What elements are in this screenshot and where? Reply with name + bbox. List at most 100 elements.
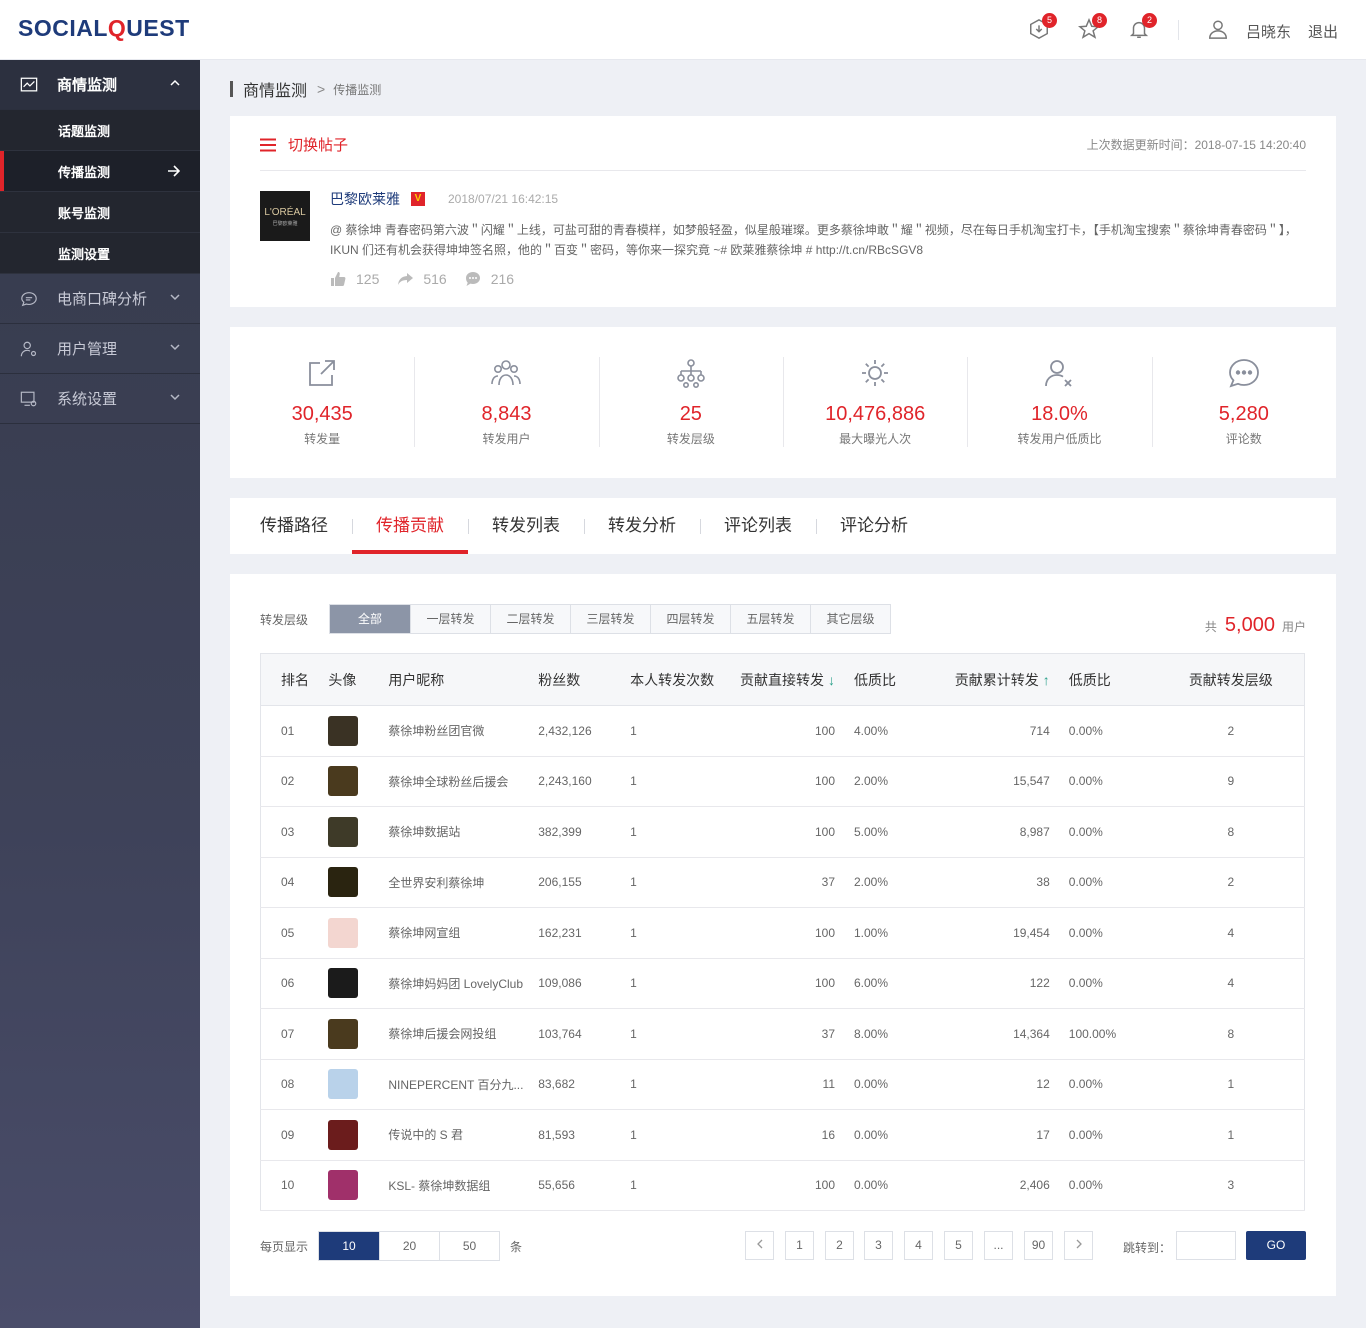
page-size-50[interactable]: 50: [439, 1232, 499, 1260]
sort-up-icon[interactable]: ↑: [1043, 672, 1050, 688]
cell-rank: 06: [260, 958, 329, 1009]
table-row[interactable]: 07 蔡徐坤后援会网投组 103,764 1 37 8.00% 14,364 100.00% 8: [260, 1008, 1305, 1060]
cell-nickname[interactable]: 蔡徐坤全球粉丝后援会: [388, 756, 539, 807]
next-page-button[interactable]: [1064, 1231, 1093, 1260]
likes-count: 125: [356, 271, 380, 287]
cell-fans: 2,243,160: [538, 756, 631, 807]
cell-levels: 1: [1157, 1059, 1305, 1110]
page-90[interactable]: 90: [1024, 1231, 1053, 1260]
tab-repost-list[interactable]: 转发列表: [468, 498, 584, 554]
user-icon[interactable]: [1207, 18, 1231, 42]
cell-fans: 162,231: [538, 907, 631, 959]
avatar[interactable]: [328, 1119, 359, 1150]
tab-comment-analysis[interactable]: 评论分析: [816, 498, 932, 554]
cell-low-quality-1: 6.00%: [843, 958, 933, 1009]
page-4[interactable]: 4: [904, 1231, 933, 1260]
breadcrumb: 商情监测 > 传播监测: [230, 78, 381, 100]
logo[interactable]: SOCIALQUEST: [18, 15, 190, 42]
col-direct-reposts[interactable]: 贡献直接转发 ↓: [735, 653, 843, 706]
col-avatar: 头像: [328, 653, 389, 706]
sidebar-sub-topic[interactable]: 话题监测: [0, 110, 200, 151]
cell-nickname[interactable]: 蔡徐坤妈妈团 LovelyClub: [388, 958, 539, 1009]
chevron-left-icon: [756, 1239, 762, 1249]
sidebar-item-market-monitor[interactable]: 商情监测: [0, 60, 200, 110]
table-row[interactable]: 08 NINEPERCENT 百分九... 83,682 1 11 0.00% 12 0.00…: [260, 1059, 1305, 1110]
tab-repost-analysis[interactable]: 转发分析: [584, 498, 700, 554]
star-icon[interactable]: 8: [1077, 13, 1107, 42]
bell-icon[interactable]: 2: [1128, 13, 1157, 42]
page-5[interactable]: 5: [944, 1231, 973, 1260]
go-button[interactable]: GO: [1246, 1231, 1306, 1260]
download-icon[interactable]: 5: [1028, 13, 1057, 42]
table-row[interactable]: 05 蔡徐坤网宣组 162,231 1 100 1.00% 19,454 0.00% 4: [260, 907, 1305, 959]
avatar[interactable]: [328, 715, 359, 746]
table-row[interactable]: 03 蔡徐坤数据站 382,399 1 100 5.00% 8,987 0.00% 8: [260, 806, 1305, 858]
sidebar-item-users[interactable]: 用户管理: [0, 324, 200, 374]
col-direct-label: 贡献直接转发: [740, 671, 824, 688]
logout-link[interactable]: 退出: [1308, 21, 1338, 42]
user-settings-icon: [20, 341, 37, 356]
sidebar-item-system[interactable]: 系统设置: [0, 374, 200, 424]
cell-fans: 81,593: [538, 1109, 631, 1161]
avatar[interactable]: [328, 917, 359, 948]
user-name[interactable]: 吕晓东: [1246, 21, 1291, 42]
filter-all[interactable]: 全部: [330, 605, 410, 633]
cell-nickname[interactable]: 蔡徐坤后援会网投组: [388, 1008, 539, 1060]
avatar[interactable]: [328, 968, 359, 999]
tab-comment-list[interactable]: 评论列表: [700, 498, 816, 554]
sidebar-item-ecommerce[interactable]: 电商口碑分析: [0, 274, 200, 324]
cell-self-reposts: 1: [630, 806, 736, 858]
filter-level-1[interactable]: 一层转发: [410, 605, 490, 633]
avatar[interactable]: [328, 867, 359, 898]
page-size-10[interactable]: 10: [319, 1232, 380, 1260]
table-row[interactable]: 04 全世界安利蔡徐坤 206,155 1 37 2.00% 38 0.00% 2: [260, 857, 1305, 908]
metric-label: 转发量: [304, 432, 341, 446]
tab-spread-contribution[interactable]: 传播贡献: [352, 498, 468, 554]
post-avatar[interactable]: L'ORÉAL 巴黎欧莱雅: [260, 191, 310, 241]
cell-nickname[interactable]: 传说中的 S 君: [388, 1109, 539, 1161]
page-size-20[interactable]: 20: [379, 1232, 439, 1260]
page-3[interactable]: 3: [864, 1231, 893, 1260]
table-row[interactable]: 10 KSL- 蔡徐坤数据组 55,656 1 100 0.00% 2,406 0.00% 3: [260, 1160, 1305, 1211]
filter-level-other[interactable]: 其它层级: [810, 605, 890, 633]
cell-nickname[interactable]: 蔡徐坤粉丝团官微: [388, 705, 539, 757]
prev-page-button[interactable]: [745, 1231, 774, 1260]
avatar[interactable]: [328, 1170, 359, 1201]
table-row[interactable]: 09 传说中的 S 君 81,593 1 16 0.00% 17 0.00% 1: [260, 1109, 1305, 1161]
avatar[interactable]: [328, 1069, 359, 1100]
filter-level-4[interactable]: 四层转发: [650, 605, 730, 633]
cell-low-quality-2: 0.00%: [1057, 907, 1158, 959]
sort-down-icon[interactable]: ↓: [828, 672, 835, 688]
cell-nickname[interactable]: 全世界安利蔡徐坤: [388, 857, 539, 908]
per-page-label: 每页显示: [260, 1239, 309, 1254]
jump-page-input[interactable]: [1176, 1231, 1236, 1260]
cell-nickname[interactable]: NINEPERCENT 百分九...: [388, 1059, 539, 1110]
sidebar-item-label: 商情监测: [57, 77, 118, 94]
filter-level-5[interactable]: 五层转发: [730, 605, 810, 633]
table-row[interactable]: 01 蔡徐坤粉丝团官微 2,432,126 1 100 4.00% 714 0.00% 2: [260, 705, 1305, 757]
post-account-name[interactable]: 巴黎欧莱雅: [330, 189, 400, 209]
sidebar-sub-spread[interactable]: 传播监测: [0, 151, 200, 192]
metric-low-quality: 18.0% 转发用户低质比: [967, 357, 1151, 447]
tab-spread-path[interactable]: 传播路径: [236, 498, 352, 554]
table-row[interactable]: 02 蔡徐坤全球粉丝后援会 2,243,160 1 100 2.00% 15,547 0.00…: [260, 756, 1305, 807]
col-cumulative-reposts[interactable]: 贡献累计转发 ↑: [932, 653, 1058, 706]
cell-nickname[interactable]: 蔡徐坤网宣组: [388, 907, 539, 959]
table-row[interactable]: 06 蔡徐坤妈妈团 LovelyClub 109,086 1 100 6.00% 122 0.…: [260, 958, 1305, 1009]
avatar[interactable]: [328, 766, 359, 797]
repost-icon: [398, 273, 414, 285]
cell-nickname[interactable]: 蔡徐坤数据站: [388, 806, 539, 858]
sidebar-sub-account[interactable]: 账号监测: [0, 192, 200, 233]
filter-level-2[interactable]: 二层转发: [490, 605, 570, 633]
filter-level-3[interactable]: 三层转发: [570, 605, 650, 633]
avatar[interactable]: [328, 816, 359, 847]
page-1[interactable]: 1: [785, 1231, 814, 1260]
avatar-sub: 巴黎欧莱雅: [272, 221, 298, 227]
page-2[interactable]: 2: [825, 1231, 854, 1260]
breadcrumb-level1[interactable]: 商情监测: [243, 77, 307, 101]
cell-nickname[interactable]: KSL- 蔡徐坤数据组: [388, 1160, 539, 1211]
switch-post-button[interactable]: 切换帖子: [260, 134, 348, 155]
avatar[interactable]: [328, 1018, 359, 1049]
sidebar-sub-settings[interactable]: 监测设置: [0, 233, 200, 274]
cell-avatar: [328, 1059, 389, 1110]
